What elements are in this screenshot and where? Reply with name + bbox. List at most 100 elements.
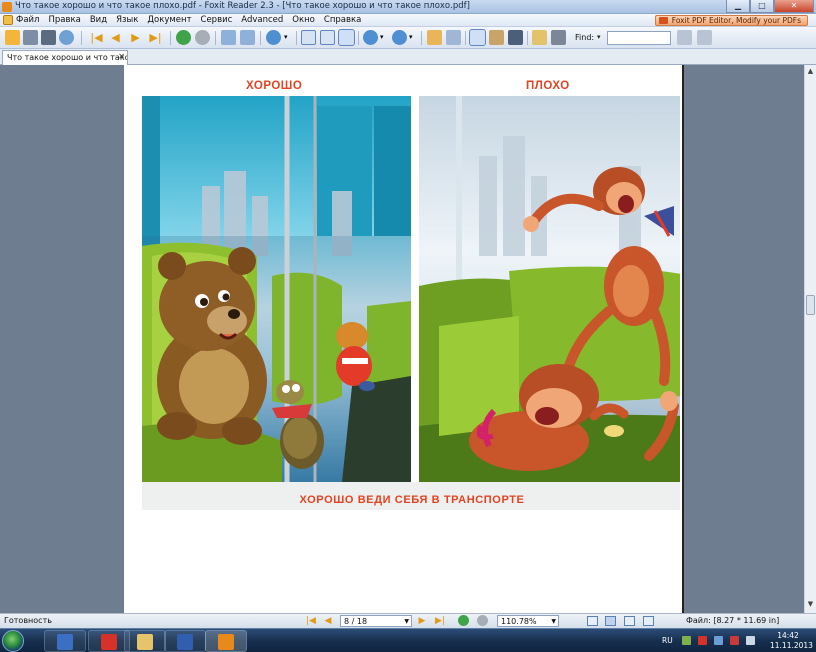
bookmarks-panel-icon[interactable] (427, 30, 442, 45)
go-back-icon[interactable] (176, 30, 191, 45)
email-icon[interactable] (59, 30, 74, 45)
fit-page-icon[interactable] (320, 30, 335, 45)
clock-time: 14:42 (777, 631, 799, 640)
display-tray-icon[interactable] (714, 636, 723, 645)
status-text: Готовность (4, 616, 52, 625)
taskbar-save-app[interactable] (44, 630, 86, 652)
floppy-icon (57, 634, 73, 650)
foxit-app-icon[interactable] (2, 2, 12, 12)
bus-scene-bad-svg (419, 96, 680, 482)
scroll-down-icon[interactable]: ▼ (805, 600, 816, 611)
zoom-out-dropdown-icon[interactable]: ▾ (380, 30, 388, 45)
language-indicator[interactable]: RU (662, 636, 673, 645)
clock[interactable]: 14:42 11.11.2013 (770, 631, 813, 651)
antivirus-tray-icon[interactable] (698, 636, 707, 645)
document-menu-icon[interactable] (3, 15, 13, 25)
main-toolbar: |◀ ◀ ▶ ▶| ▾ ▾ ▾ Find: ▾ (0, 27, 816, 49)
continuous-facing-layout-icon[interactable] (643, 616, 654, 626)
window-title: Что такое хорошо и что такое плохо.pdf -… (15, 1, 470, 11)
status-first-page-icon[interactable]: |◀ (305, 616, 317, 627)
toolbar-separator (215, 31, 216, 45)
close-button[interactable]: ✕ (774, 0, 814, 13)
menu-advanced[interactable]: Advanced (241, 15, 283, 25)
pdf-editor-promo-button[interactable]: Foxit PDF Editor, Modify your PDFs (654, 15, 808, 26)
previous-page-icon[interactable]: ◀ (108, 30, 123, 45)
menu-language[interactable]: Язык (116, 15, 138, 25)
volume-tray-icon[interactable] (746, 636, 755, 645)
status-back-icon[interactable] (458, 615, 469, 626)
select-text-icon[interactable] (489, 30, 504, 45)
go-forward-icon[interactable] (195, 30, 210, 45)
minimize-button[interactable]: ▁ (726, 0, 750, 13)
kaspersky-icon (101, 634, 117, 650)
taskbar-foxit-reader[interactable] (205, 630, 247, 652)
zoom-in-dropdown-icon[interactable]: ▾ (409, 30, 417, 45)
find-next-icon[interactable] (697, 30, 712, 45)
scrollbar-thumb[interactable] (806, 295, 815, 315)
window-controls: ▁ □ ✕ (726, 0, 814, 13)
document-viewer[interactable]: ХОРОШО ПЛОХО ХОРОШО ВЕДИ СЕБЯ В ТРАНСПОР… (0, 65, 816, 613)
status-next-page-icon[interactable]: ▶ (416, 616, 428, 627)
page-dropdown-icon[interactable]: ▼ (404, 616, 409, 627)
zoom-value: 110.78% (501, 617, 537, 626)
taskbar-explorer[interactable] (124, 630, 166, 652)
status-forward-icon[interactable] (477, 615, 488, 626)
menu-window[interactable]: Окно (292, 15, 315, 25)
thumbnails-panel-icon[interactable] (446, 30, 461, 45)
find-previous-icon[interactable] (677, 30, 692, 45)
document-tab-bar: Что такое хорошо и что тако... ✕ (0, 49, 816, 65)
zoom-out-icon[interactable] (363, 30, 378, 45)
foxit-icon (218, 634, 234, 650)
status-previous-page-icon[interactable]: ◀ (322, 616, 334, 627)
page-number-field[interactable]: 8 / 18 ▼ (340, 615, 412, 627)
next-page-icon[interactable]: ▶ (128, 30, 143, 45)
document-tab-label: Что такое хорошо и что тако... (7, 53, 128, 62)
find-options-dropdown[interactable]: ▾ (597, 33, 601, 41)
maximize-button[interactable]: □ (750, 0, 774, 13)
menu-document[interactable]: Документ (147, 15, 191, 25)
print-icon[interactable] (41, 30, 56, 45)
actual-size-icon[interactable] (301, 30, 316, 45)
search-icon[interactable] (508, 30, 523, 45)
single-page-layout-icon[interactable] (587, 616, 598, 626)
scroll-up-icon[interactable]: ▲ (805, 67, 816, 78)
fit-width-icon[interactable] (338, 29, 355, 46)
pdf-page: ХОРОШО ПЛОХО ХОРОШО ВЕДИ СЕБЯ В ТРАНСПОР… (124, 65, 682, 613)
save-icon[interactable] (23, 30, 38, 45)
menu-edit[interactable]: Правка (48, 15, 80, 25)
network-tray-icon[interactable] (682, 636, 691, 645)
last-page-icon[interactable]: ▶| (148, 30, 163, 45)
page-size-info: Файл: [8.27 * 11.69 in] (686, 616, 780, 625)
open-icon[interactable] (5, 30, 20, 45)
vertical-scrollbar[interactable]: ▲ ▼ (804, 65, 816, 613)
zoom-field[interactable]: 110.78% ▼ (497, 615, 559, 627)
document-tab[interactable]: Что такое хорошо и что тако... ✕ (2, 50, 128, 65)
continuous-layout-icon[interactable] (605, 616, 616, 626)
flag-tray-icon[interactable] (730, 636, 739, 645)
zoom-dropdown-icon[interactable]: ▼ (551, 616, 556, 627)
status-last-page-icon[interactable]: ▶| (434, 616, 446, 627)
first-page-icon[interactable]: |◀ (89, 30, 104, 45)
hand-tool-icon[interactable] (469, 29, 486, 46)
rotate-right-icon[interactable] (240, 30, 255, 45)
rotate-left-icon[interactable] (221, 30, 236, 45)
menu-file[interactable]: Файл (16, 15, 39, 25)
zoom-tool-dropdown-icon[interactable]: ▾ (284, 30, 292, 45)
find-input[interactable] (607, 31, 671, 45)
typewriter-icon[interactable] (532, 30, 547, 45)
title-bar: Что такое хорошо и что такое плохо.pdf -… (0, 0, 816, 14)
clock-date: 11.11.2013 (770, 641, 813, 650)
menu-tools[interactable]: Сервис (201, 15, 233, 25)
start-button[interactable] (2, 630, 24, 652)
facing-layout-icon[interactable] (624, 616, 635, 626)
toolbar-separator (260, 31, 261, 45)
menu-view[interactable]: Вид (90, 15, 107, 25)
good-behavior-picture (142, 96, 411, 482)
zoom-in-tool-icon[interactable] (266, 30, 281, 45)
snapshot-icon[interactable] (551, 30, 566, 45)
taskbar-word[interactable] (164, 630, 206, 652)
windows-taskbar: RU 14:42 11.11.2013 (0, 628, 816, 652)
zoom-in-icon[interactable] (392, 30, 407, 45)
menu-help[interactable]: Справка (324, 15, 361, 25)
close-tab-icon[interactable]: ✕ (118, 52, 125, 61)
